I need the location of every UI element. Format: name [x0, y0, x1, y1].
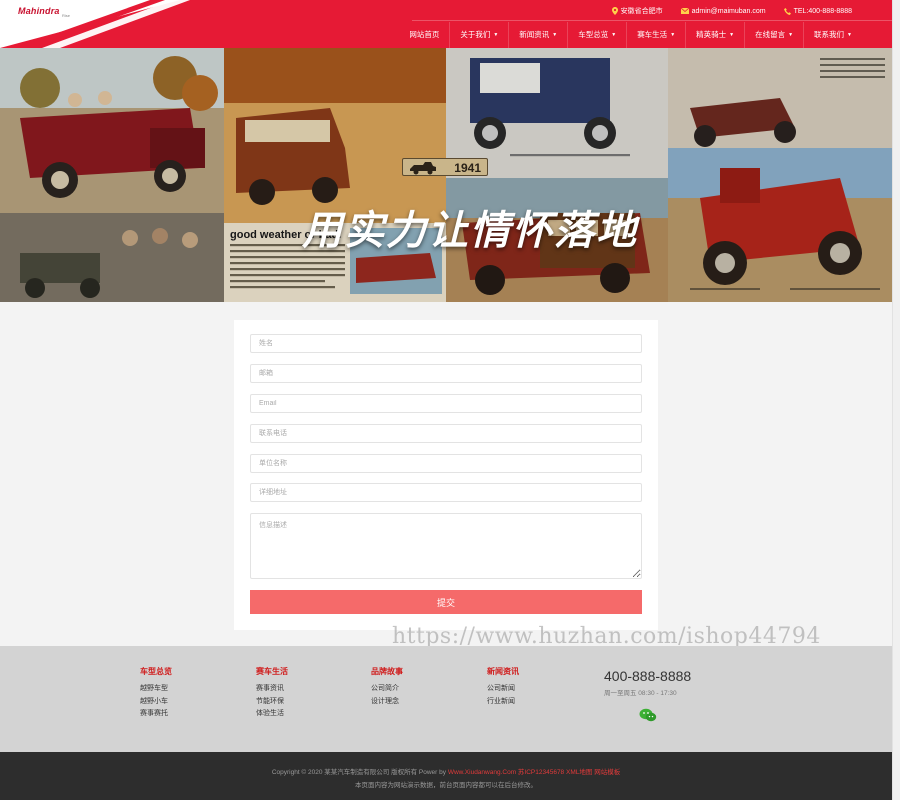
caret-down-icon: ▼ — [493, 32, 499, 38]
nav-label: 精英骑士 — [696, 30, 727, 39]
phone-field[interactable] — [250, 424, 642, 443]
footer-col-title[interactable]: 车型总览 — [140, 666, 172, 677]
nav-label: 赛车生活 — [637, 30, 668, 39]
top-contact-bar: 安徽省合肥市 admin@maimuban.com TEL:400-888-88… — [611, 6, 852, 16]
nav-label: 新闻资讯 — [519, 30, 550, 39]
caret-down-icon: ▼ — [788, 32, 794, 38]
footer-col-title[interactable]: 赛车生活 — [256, 666, 288, 677]
nav-label: 关于我们 — [460, 30, 491, 39]
template-link[interactable]: 网站模板 — [594, 769, 620, 776]
nav-item-message[interactable]: 在线留言 ▼ — [744, 22, 803, 48]
nav-label: 联系我们 — [814, 30, 845, 39]
footer-link[interactable]: 行业新闻 — [487, 696, 519, 709]
caret-down-icon: ▼ — [670, 32, 676, 38]
message-textarea[interactable] — [250, 513, 642, 579]
icp-link[interactable]: 苏ICP12345678 — [518, 769, 564, 776]
footer-link[interactable]: 越野小车 — [140, 696, 172, 709]
brand-tagline: Rise — [62, 13, 71, 18]
phone-item: TEL:400-888-8888 — [783, 6, 852, 16]
copyright-line: Copyright © 2020 某某汽车制造有限公司 版权所有 Power b… — [0, 766, 892, 776]
nav-item-contact[interactable]: 联系我们 ▼ — [803, 22, 862, 48]
caret-down-icon: ▼ — [552, 32, 558, 38]
message-section: 提交 — [0, 302, 892, 646]
phone-icon — [783, 7, 791, 15]
nav-divider — [412, 20, 892, 21]
site-header: Mahindra Rise 安徽省合肥市 admin@maimuban.com … — [0, 0, 892, 48]
phone-text: TEL:400-888-8888 — [793, 7, 852, 15]
footer-link[interactable]: 设计理念 — [371, 696, 403, 709]
nav-label: 网站首页 — [409, 30, 440, 39]
submit-button[interactable]: 提交 — [250, 590, 642, 614]
wechat-icon[interactable] — [639, 708, 657, 722]
footer-link[interactable]: 越野车型 — [140, 683, 172, 696]
company-field[interactable] — [250, 454, 642, 473]
email-latin-field[interactable] — [250, 394, 642, 413]
footer-col-news: 新闻资讯 公司新闻 行业新闻 — [487, 666, 519, 708]
footer-link[interactable]: 公司新闻 — [487, 683, 519, 696]
footer-link[interactable]: 体验生活 — [256, 708, 288, 721]
footer-contact: 400-888-8888 周一至周五 08:30 - 17:30 — [604, 668, 691, 697]
nav-item-models[interactable]: 车型总览 ▼ — [567, 22, 626, 48]
footer-link[interactable]: 节能环保 — [256, 696, 288, 709]
nav-item-riders[interactable]: 精英骑士 ▼ — [685, 22, 744, 48]
brand-logo[interactable]: Mahindra — [18, 6, 60, 16]
xml-sitemap-link[interactable]: XML地图 — [566, 769, 592, 776]
footer-col-title[interactable]: 新闻资讯 — [487, 666, 519, 677]
footer-link[interactable]: 赛事资讯 — [256, 683, 288, 696]
footer-col-models: 车型总览 越野车型 越野小车 赛事赛托 — [140, 666, 172, 721]
caret-down-icon: ▼ — [729, 32, 735, 38]
site-footer: 车型总览 越野车型 越野小车 赛事赛托 赛车生活 赛事资讯 节能环保 体验生活 … — [0, 646, 892, 752]
nav-item-about[interactable]: 关于我们 ▼ — [449, 22, 508, 48]
page-scrollbar[interactable] — [892, 0, 900, 800]
footer-link[interactable]: 赛事赛托 — [140, 708, 172, 721]
message-form: 提交 — [234, 320, 658, 630]
footer-col-brand: 品牌故事 公司简介 设计理念 — [371, 666, 403, 708]
nav-item-racing[interactable]: 赛车生活 ▼ — [626, 22, 685, 48]
nav-item-home[interactable]: 网站首页 — [399, 22, 449, 48]
name-field[interactable] — [250, 334, 642, 353]
demo-notice: 本页面内容为网站演示数据，前台页面内容都可以在后台修改。 — [355, 782, 537, 789]
copyright-bar: Copyright © 2020 某某汽车制造有限公司 版权所有 Power b… — [0, 752, 892, 800]
email-text[interactable]: admin@maimuban.com — [692, 8, 766, 15]
location-pin-icon — [611, 7, 618, 15]
caret-down-icon: ▼ — [847, 32, 852, 38]
footer-col-title[interactable]: 品牌故事 — [371, 666, 403, 677]
main-nav: 网站首页 关于我们 ▼ 新闻资讯 ▼ 车型总览 ▼ 赛车生活 ▼ 精英骑士 ▼ 在线留言 ▼… — [399, 22, 862, 48]
address-field[interactable] — [250, 483, 642, 502]
footer-link[interactable]: 公司简介 — [371, 683, 403, 696]
jeep-silhouette-icon — [410, 162, 436, 175]
nav-label: 车型总览 — [578, 30, 609, 39]
footer-hours: 周一至周五 08:30 - 17:30 — [604, 690, 677, 697]
location-item: 安徽省合肥市 — [611, 6, 663, 16]
copyright-text: Copyright © 2020 某某汽车制造有限公司 版权所有 Power b… — [271, 769, 447, 776]
caret-down-icon: ▼ — [611, 32, 617, 38]
email-field[interactable] — [250, 364, 642, 383]
hero-slogan: 用实力让情怀落地 — [302, 207, 638, 254]
year-badge-text: 1941 — [454, 161, 481, 175]
envelope-icon — [680, 8, 689, 14]
year-badge: 1941 — [402, 158, 488, 176]
nav-label: 在线留言 — [755, 30, 786, 39]
footer-phone: 400-888-8888 — [604, 668, 692, 684]
hero-banner: good weather or bad. 1941 用实力让情怀落地 — [0, 48, 892, 302]
footer-col-racing: 赛车生活 赛事资讯 节能环保 体验生活 — [256, 666, 288, 721]
email-item[interactable]: admin@maimuban.com — [680, 6, 766, 16]
powered-by-link[interactable]: Www.Xiudanwang.Com — [448, 769, 516, 776]
location-text: 安徽省合肥市 — [620, 8, 663, 15]
nav-item-news[interactable]: 新闻资讯 ▼ — [508, 22, 567, 48]
